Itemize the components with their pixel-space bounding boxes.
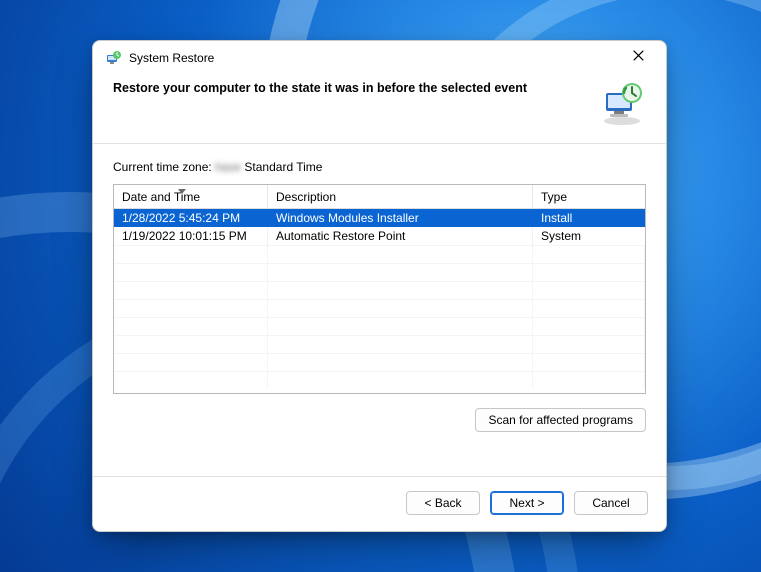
back-button[interactable]: < Back	[406, 491, 480, 515]
cell-date: 1/28/2022 5:45:24 PM	[114, 209, 268, 227]
table-row-empty	[114, 245, 645, 263]
table-body: 1/28/2022 5:45:24 PM Windows Modules Ins…	[114, 209, 645, 393]
table-row-empty	[114, 371, 645, 389]
wizard-body: Current time zone: have Standard Time Da…	[93, 144, 666, 476]
restore-illustration-icon	[598, 79, 646, 127]
column-header-date[interactable]: Date and Time	[114, 185, 268, 208]
close-icon	[633, 48, 644, 66]
column-header-description-label: Description	[276, 190, 336, 204]
wizard-footer: < Back Next > Cancel	[93, 476, 666, 531]
titlebar[interactable]: System Restore	[93, 41, 666, 75]
table-row-empty	[114, 299, 645, 317]
table-row-empty	[114, 263, 645, 281]
table-row-empty	[114, 317, 645, 335]
column-header-description[interactable]: Description	[268, 185, 533, 208]
system-restore-icon	[105, 50, 121, 66]
timezone-label: Current time zone: have Standard Time	[113, 160, 646, 174]
sort-descending-icon	[178, 184, 186, 198]
wizard-heading: Restore your computer to the state it wa…	[113, 79, 586, 95]
cell-type: System	[533, 227, 645, 245]
cell-date: 1/19/2022 10:01:15 PM	[114, 227, 268, 245]
column-header-date-label: Date and Time	[122, 190, 200, 204]
column-header-type-label: Type	[541, 190, 567, 204]
table-row-empty	[114, 281, 645, 299]
restore-points-table[interactable]: Date and Time Description Type 1/28/202	[113, 184, 646, 394]
next-button[interactable]: Next >	[490, 491, 564, 515]
table-row[interactable]: 1/19/2022 10:01:15 PM Automatic Restore …	[114, 227, 645, 245]
wizard-header: Restore your computer to the state it wa…	[93, 75, 666, 143]
table-row-empty	[114, 335, 645, 353]
cell-type: Install	[533, 209, 645, 227]
system-restore-window: System Restore Restore your computer to …	[92, 40, 667, 532]
cell-description: Automatic Restore Point	[268, 227, 533, 245]
scan-affected-programs-button[interactable]: Scan for affected programs	[475, 408, 646, 432]
cell-description: Windows Modules Installer	[268, 209, 533, 227]
cancel-button[interactable]: Cancel	[574, 491, 648, 515]
column-header-type[interactable]: Type	[533, 185, 645, 208]
table-header-row: Date and Time Description Type	[114, 185, 645, 209]
table-row[interactable]: 1/28/2022 5:45:24 PM Windows Modules Ins…	[114, 209, 645, 227]
table-row-empty	[114, 353, 645, 371]
window-title: System Restore	[129, 51, 214, 65]
desktop-background: System Restore Restore your computer to …	[0, 0, 761, 572]
close-button[interactable]	[616, 42, 660, 72]
